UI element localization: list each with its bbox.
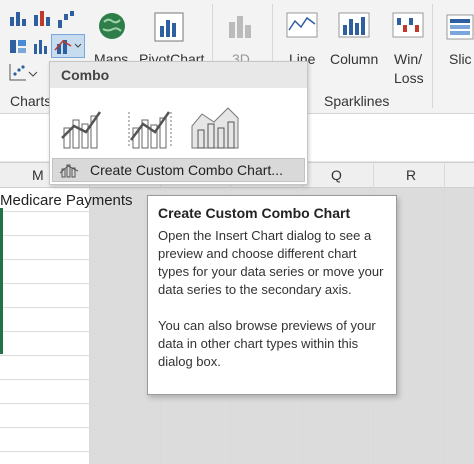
create-custom-combo-chart-item[interactable]: Create Custom Combo Chart...	[52, 158, 305, 182]
selection-border	[0, 208, 3, 354]
combo-menu-header: Combo	[50, 62, 307, 88]
3d-map-icon[interactable]	[226, 12, 254, 42]
bar-chart-icon[interactable]	[8, 8, 28, 28]
slicer-label[interactable]: Slic	[449, 51, 472, 67]
pivotchart-icon[interactable]	[154, 12, 184, 42]
scatter-chart-icon[interactable]	[8, 62, 28, 82]
chevron-down-icon[interactable]	[28, 66, 38, 77]
sparkline-winloss-icon[interactable]	[392, 12, 424, 38]
tooltip-body: Open the Insert Chart dialog to see a pr…	[158, 228, 384, 297]
combo-chart-button-icon[interactable]	[51, 34, 85, 58]
cell-medicare-payments[interactable]: Medicare Payments	[0, 192, 133, 209]
hierarchy-chart-icon[interactable]	[8, 36, 28, 56]
column-header-m[interactable]: M	[32, 167, 44, 183]
combo-clustered-column-line-icon[interactable]	[58, 98, 118, 152]
create-custom-combo-chart-label: Create Custom Combo Chart...	[90, 162, 283, 178]
sparklines-group-label: Sparklines	[324, 93, 390, 109]
sparkline-column-label[interactable]: Column	[330, 51, 378, 67]
sparkline-winloss-label-1[interactable]: Win/	[394, 51, 422, 67]
column-header-q[interactable]: Q	[331, 167, 342, 183]
statistic-chart-icon[interactable]	[32, 36, 52, 56]
combo-stacked-area-column-icon[interactable]	[188, 98, 248, 152]
waterfall-chart-icon[interactable]	[56, 8, 80, 30]
slicer-icon[interactable]	[446, 14, 474, 40]
sparkline-winloss-label-2[interactable]: Loss	[394, 70, 424, 86]
combo-column-line-secondary-axis-icon[interactable]	[123, 98, 183, 152]
tooltip-create-custom-combo-chart: Create Custom Combo Chart Open the Inser…	[147, 195, 397, 395]
charts-group-label: Charts	[10, 93, 52, 109]
sparkline-column-icon[interactable]	[338, 12, 370, 38]
tooltip-title: Create Custom Combo Chart	[158, 205, 351, 221]
maps-globe-icon[interactable]	[96, 10, 128, 42]
sparkline-line-icon[interactable]	[286, 12, 318, 38]
combo-dropdown-menu: Combo Create Custom Combo Chart...	[49, 61, 308, 185]
tooltip-body-secondary: You can also browse previews of your dat…	[158, 318, 376, 369]
column-header-r[interactable]: R	[406, 167, 416, 183]
column-chart-icon[interactable]	[32, 8, 52, 28]
custom-combo-chart-icon	[59, 162, 81, 178]
